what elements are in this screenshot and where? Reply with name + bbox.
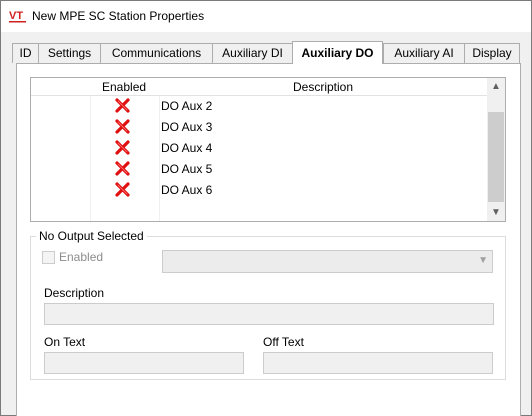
svg-text:VT: VT	[9, 10, 23, 22]
off-text-label: Off Text	[263, 335, 304, 349]
tab-auxiliary-di[interactable]: Auxiliary DI	[212, 43, 293, 63]
scroll-up-arrow-icon[interactable]: ▲	[487, 78, 505, 95]
scroll-thumb[interactable]	[488, 112, 504, 202]
scroll-down-arrow-icon[interactable]: ▼	[487, 204, 505, 221]
outputs-grid[interactable]: Enabled Description DO Aux 2 DO Aux 3 DO…	[30, 77, 506, 222]
grid-rows: DO Aux 2 DO Aux 3 DO Aux 4 DO Aux 5 DO A…	[31, 96, 487, 221]
on-text-field[interactable]	[44, 352, 244, 374]
tab-settings[interactable]: Settings	[38, 43, 101, 63]
output-details-group: No Output Selected Enabled ▼ Description…	[30, 229, 506, 380]
red-x-icon	[115, 161, 130, 176]
tab-display[interactable]: Display	[464, 43, 520, 63]
row-description: DO Aux 5	[161, 162, 213, 176]
tab-auxiliary-ai[interactable]: Auxiliary AI	[383, 43, 465, 63]
tab-communications[interactable]: Communications	[100, 43, 213, 63]
column-header-description[interactable]: Description	[293, 80, 353, 94]
description-field[interactable]	[44, 303, 494, 325]
tab-id[interactable]: ID	[12, 43, 39, 63]
title-bar[interactable]: VT New MPE SC Station Properties	[1, 1, 531, 32]
tab-strip: ID Settings Communications Auxiliary DI …	[1, 41, 531, 64]
auxiliary-do-panel: Enabled Description DO Aux 2 DO Aux 3 DO…	[16, 63, 521, 416]
table-row[interactable]: DO Aux 6	[31, 180, 487, 201]
group-title: No Output Selected	[36, 229, 147, 243]
row-description: DO Aux 3	[161, 120, 213, 134]
description-label: Description	[44, 286, 105, 300]
column-header-enabled[interactable]: Enabled	[102, 80, 146, 94]
on-text-label: On Text	[44, 335, 86, 349]
chevron-down-icon[interactable]: ▼	[478, 255, 488, 266]
row-description: DO Aux 6	[161, 183, 213, 197]
window-title: New MPE SC Station Properties	[32, 9, 205, 23]
properties-window: VT New MPE SC Station Properties ID Sett…	[0, 0, 532, 416]
output-select-combo[interactable]: ▼	[162, 250, 493, 273]
row-description: DO Aux 4	[161, 141, 213, 155]
grid-header: Enabled Description	[31, 78, 487, 96]
table-row[interactable]: DO Aux 4	[31, 138, 487, 159]
table-row[interactable]: DO Aux 3	[31, 117, 487, 138]
table-row[interactable]: DO Aux 2	[31, 96, 487, 117]
red-x-icon	[115, 98, 130, 113]
off-text-field[interactable]	[263, 352, 493, 374]
vt-app-icon: VT	[9, 10, 26, 23]
tab-auxiliary-do[interactable]: Auxiliary DO	[292, 41, 383, 64]
red-x-icon	[115, 182, 130, 197]
enabled-checkbox[interactable]	[42, 251, 55, 264]
enabled-checkbox-label: Enabled	[59, 250, 104, 264]
grid-vertical-scrollbar[interactable]: ▲ ▼	[487, 78, 505, 221]
row-description: DO Aux 2	[161, 99, 213, 113]
red-x-icon	[115, 140, 130, 155]
red-x-icon	[115, 119, 130, 134]
table-row[interactable]: DO Aux 5	[31, 159, 487, 180]
